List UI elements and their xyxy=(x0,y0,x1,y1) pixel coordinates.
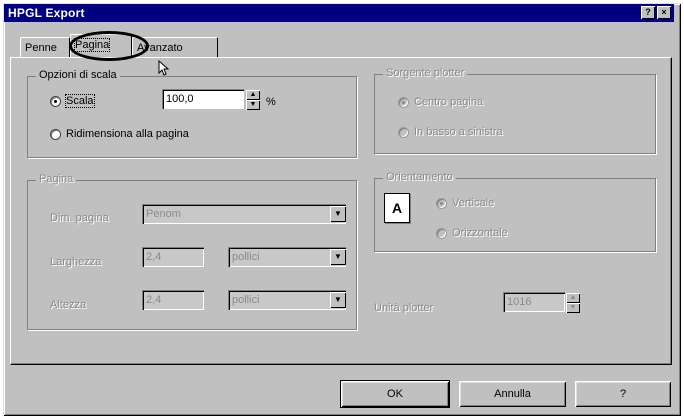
page-legend: Pagina xyxy=(36,173,77,185)
chevron-down-icon[interactable]: ▼ xyxy=(330,249,346,265)
spin-up-icon[interactable]: ▲ xyxy=(246,90,260,100)
spin-up-icon[interactable]: ▲ xyxy=(566,293,580,303)
help-icon[interactable]: ? xyxy=(641,6,655,19)
bottom-left-label: In basso a sinistra xyxy=(414,126,503,138)
fit-to-page-radio[interactable] xyxy=(50,129,61,140)
landscape-radio[interactable] xyxy=(436,228,447,239)
plotter-unit-label: Unità plotter xyxy=(374,302,434,314)
plotter-source-legend: Sorgente plotter xyxy=(383,67,468,79)
height-unit-select[interactable]: pollici xyxy=(228,290,346,310)
scale-input[interactable]: 100,0 xyxy=(162,89,244,109)
close-icon[interactable]: × xyxy=(657,6,671,19)
spin-down-icon[interactable]: ▼ xyxy=(246,100,260,110)
spin-down-icon[interactable]: ▼ xyxy=(566,303,580,313)
height-input[interactable]: 2,4 xyxy=(142,290,204,310)
center-page-radio[interactable] xyxy=(398,97,409,108)
ok-button[interactable]: OK xyxy=(340,380,450,408)
chevron-down-icon[interactable]: ▼ xyxy=(330,292,346,308)
center-page-label: Centro pagina xyxy=(414,96,484,108)
portrait-page-icon: A xyxy=(384,193,410,223)
width-input[interactable]: 2,4 xyxy=(142,247,204,267)
scale-spinner[interactable]: ▲ ▼ xyxy=(246,90,260,110)
cancel-button[interactable]: Annulla xyxy=(459,381,566,407)
page-size-label: Dim. pagina xyxy=(50,212,109,224)
help-button[interactable]: ? xyxy=(575,381,671,407)
orientation-group: Orientamento xyxy=(374,171,656,252)
bottom-left-radio[interactable] xyxy=(398,127,409,138)
scale-label: Scala xyxy=(65,94,95,108)
fit-to-page-label: Ridimensiona alla pagina xyxy=(66,128,189,140)
page-size-select[interactable]: Penom xyxy=(142,204,346,224)
landscape-label: Orizzontale xyxy=(452,227,508,239)
window-title: HPGL Export xyxy=(8,6,85,20)
scale-radio[interactable] xyxy=(50,96,61,107)
width-label: Larghezza xyxy=(50,256,102,268)
orientation-legend: Orientamento xyxy=(383,171,456,183)
mouse-cursor-icon xyxy=(158,60,170,76)
scale-options-legend: Opzioni di scala xyxy=(36,69,120,81)
tab-penne[interactable]: Penne xyxy=(20,37,70,57)
portrait-label: Verticale xyxy=(452,197,495,209)
plotter-source-group: Sorgente plotter xyxy=(374,67,656,154)
height-label: Altezza xyxy=(50,299,87,311)
chevron-down-icon[interactable]: ▼ xyxy=(330,206,346,222)
width-unit-select[interactable]: pollici xyxy=(228,247,346,267)
plotter-unit-input[interactable]: 1016 xyxy=(503,292,565,312)
title-bar[interactable]: HPGL Export ? × xyxy=(4,4,674,22)
portrait-radio[interactable] xyxy=(436,198,447,209)
highlight-circle xyxy=(69,31,149,61)
plotter-unit-spinner[interactable]: ▲ ▼ xyxy=(566,293,580,313)
scale-unit: % xyxy=(266,96,276,108)
